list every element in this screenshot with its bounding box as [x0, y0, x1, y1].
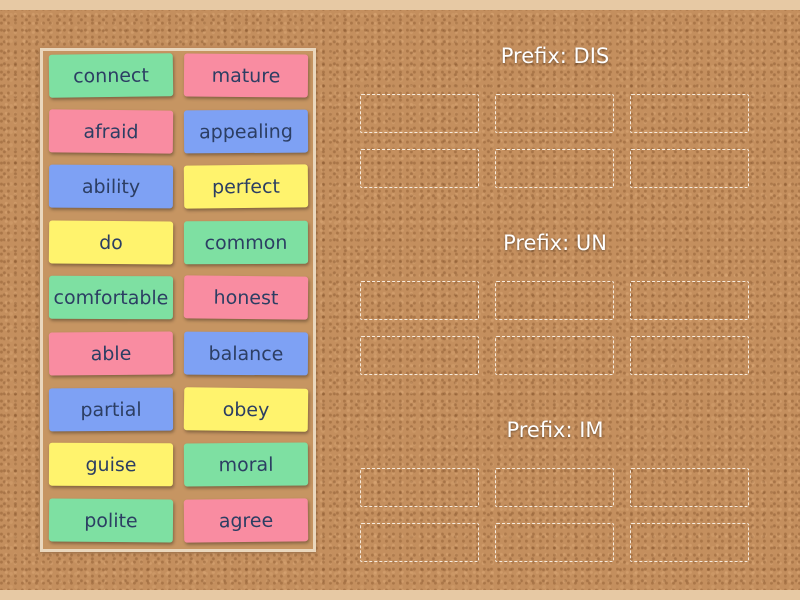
- word-card-do[interactable]: do: [48, 220, 174, 265]
- word-card-ability[interactable]: ability: [48, 164, 174, 209]
- word-card-connect[interactable]: connect: [48, 53, 174, 98]
- word-card-moral[interactable]: moral: [183, 442, 309, 487]
- drop-slot[interactable]: [360, 468, 479, 507]
- word-card-polite[interactable]: polite: [48, 498, 174, 543]
- drop-slot[interactable]: [360, 336, 479, 375]
- zone-title-dis: Prefix: DIS: [500, 44, 610, 68]
- drop-slot[interactable]: [630, 468, 749, 507]
- word-card-able[interactable]: able: [48, 331, 174, 376]
- drop-slot[interactable]: [630, 94, 749, 133]
- drop-slot[interactable]: [630, 336, 749, 375]
- drop-slot[interactable]: [495, 468, 614, 507]
- drop-slot[interactable]: [495, 336, 614, 375]
- zone-title-im: Prefix: IM: [506, 418, 604, 442]
- word-card-balance[interactable]: balance: [183, 331, 309, 376]
- drop-slot[interactable]: [630, 281, 749, 320]
- drop-slot[interactable]: [360, 94, 479, 133]
- word-card-obey[interactable]: obey: [183, 387, 309, 432]
- drop-slot[interactable]: [360, 149, 479, 188]
- board-bottom-edge: [0, 590, 800, 600]
- drop-slot[interactable]: [495, 281, 614, 320]
- drop-slot[interactable]: [360, 523, 479, 562]
- drop-slot[interactable]: [495, 94, 614, 133]
- word-card-perfect[interactable]: perfect: [183, 164, 309, 209]
- word-card-mature[interactable]: mature: [183, 53, 309, 98]
- drop-slot[interactable]: [630, 149, 749, 188]
- word-card-guise[interactable]: guise: [48, 442, 174, 487]
- word-card-honest[interactable]: honest: [183, 275, 309, 320]
- drop-slot[interactable]: [360, 281, 479, 320]
- zone-title-un: Prefix: UN: [503, 231, 607, 255]
- drop-slot[interactable]: [630, 523, 749, 562]
- corkboard-background: connect mature afraid appealing ability perfe…: [0, 0, 800, 600]
- drop-slot[interactable]: [495, 149, 614, 188]
- word-card-afraid[interactable]: afraid: [48, 109, 174, 154]
- word-card-comfortable[interactable]: comfortable: [48, 275, 174, 320]
- word-card-partial[interactable]: partial: [48, 387, 174, 432]
- board-top-edge: [0, 0, 800, 10]
- word-card-common[interactable]: common: [183, 220, 309, 265]
- drop-slot[interactable]: [495, 523, 614, 562]
- word-card-agree[interactable]: agree: [183, 498, 309, 543]
- word-card-appealing[interactable]: appealing: [183, 109, 309, 154]
